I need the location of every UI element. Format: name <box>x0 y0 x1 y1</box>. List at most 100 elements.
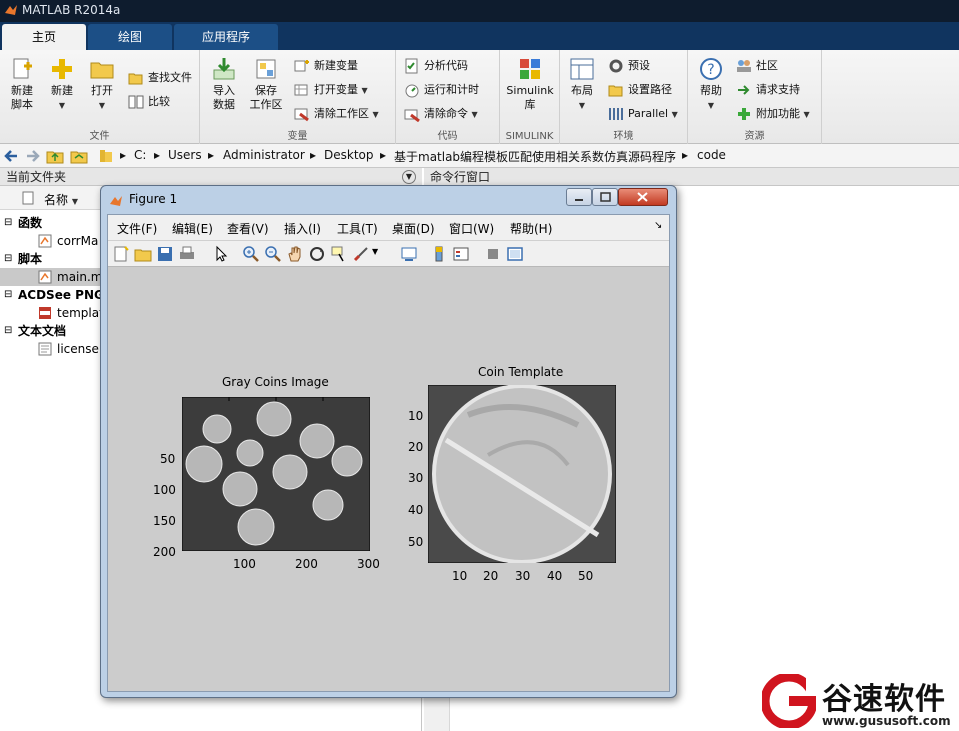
breadcrumb-item[interactable]: code <box>697 148 726 162</box>
new-variable-button[interactable]: 新建变量 <box>294 56 358 76</box>
window-title: MATLAB R2014a <box>22 3 121 17</box>
help-button[interactable]: ? 帮助 ▼ <box>694 56 728 113</box>
open-variable-icon <box>294 84 308 96</box>
tab-apps[interactable]: 应用程序 <box>174 24 278 50</box>
data-cursor-icon[interactable] <box>330 245 348 263</box>
minimize-icon <box>575 199 583 201</box>
ribbon-group-resources: ? 帮助 ▼ 社区 请求支持 附加功能 ▼ 资源 <box>688 50 822 144</box>
link-plot-icon[interactable] <box>400 245 418 263</box>
breadcrumb-item[interactable]: Users <box>168 148 202 162</box>
zoom-in-icon[interactable] <box>242 245 260 263</box>
set-path-button[interactable]: 设置路径 <box>608 80 672 100</box>
legend-icon[interactable] <box>452 245 470 263</box>
rotate-3d-icon[interactable] <box>308 245 326 263</box>
coin-template-axes[interactable] <box>428 385 616 563</box>
script-file-icon <box>38 270 52 284</box>
new-script-button[interactable]: 新建 脚本 <box>4 56 40 112</box>
breadcrumb-item[interactable]: Desktop <box>324 148 374 162</box>
open-file-icon[interactable] <box>134 245 152 263</box>
gray-coins-image-axes[interactable] <box>182 397 370 551</box>
app-title-bar: MATLAB R2014a <box>0 0 959 22</box>
request-support-button[interactable]: 请求支持 <box>736 80 800 100</box>
plot1-ytick: 100 <box>153 483 176 497</box>
tab-plots[interactable]: 绘图 <box>88 24 172 50</box>
save-icon[interactable] <box>156 245 174 263</box>
collapse-icon[interactable]: ⊟ <box>4 214 12 232</box>
community-button[interactable]: 社区 <box>736 56 778 76</box>
browse-folder-icon[interactable] <box>70 147 88 165</box>
name-column-header[interactable]: 名称 ▼ <box>44 191 78 208</box>
ribbon-group-environment: 布局 ▼ 预设 设置路径 Parallel ▼ 环境 <box>560 50 688 144</box>
plus-green-icon <box>738 108 750 120</box>
show-plot-tools-icon[interactable] <box>506 245 524 263</box>
menu-insert[interactable]: 插入(I) <box>284 220 321 237</box>
simulink-library-button[interactable]: Simulink 库 <box>504 56 556 112</box>
brush-icon[interactable] <box>352 245 370 263</box>
menu-desktop[interactable]: 桌面(D) <box>392 220 435 237</box>
gear-icon <box>609 59 623 73</box>
print-icon[interactable] <box>178 245 196 263</box>
zoom-out-icon[interactable] <box>264 245 282 263</box>
analyze-code-button[interactable]: 分析代码 <box>404 56 468 76</box>
find-files-icon <box>128 73 143 85</box>
menu-tools[interactable]: 工具(T) <box>337 220 378 237</box>
open-variable-button[interactable]: 打开变量 ▼ <box>294 80 368 100</box>
run-and-time-button[interactable]: 运行和计时 <box>404 80 479 100</box>
compare-button[interactable]: 比较 <box>128 92 170 112</box>
collapse-icon[interactable]: ⊟ <box>4 250 12 268</box>
parallel-button[interactable]: Parallel ▼ <box>608 104 678 124</box>
new-button[interactable]: 新建 ▼ <box>44 56 80 113</box>
add-ons-button[interactable]: 附加功能 ▼ <box>736 104 810 124</box>
plot2-ytick: 50 <box>408 535 424 549</box>
plot2-ytick: 30 <box>408 471 424 485</box>
back-arrow-icon[interactable] <box>3 147 21 165</box>
folder-icon <box>100 150 112 162</box>
hide-plot-tools-icon[interactable] <box>484 245 502 263</box>
clear-workspace-button[interactable]: 清除工作区 ▼ <box>294 104 379 124</box>
dock-arrow-icon[interactable]: ↘ <box>654 220 662 231</box>
figure-window[interactable]: Figure 1 文件(F) 编辑(E) 查看(V) 插入(I) 工具(T) 桌… <box>100 185 677 698</box>
preferences-button[interactable]: 预设 <box>608 56 650 76</box>
find-files-button[interactable]: 查找文件 <box>128 68 192 88</box>
save-workspace-button[interactable]: 保存 工作区 <box>246 56 286 112</box>
new-figure-icon[interactable] <box>112 245 130 263</box>
collapse-icon[interactable]: ⊟ <box>4 286 12 304</box>
chevron-down-icon: ▼ <box>578 101 586 110</box>
open-button[interactable]: 打开 ▼ <box>84 56 120 113</box>
save-workspace-icon <box>256 59 276 79</box>
panel-menu-icon[interactable]: ▼ <box>402 170 416 184</box>
window-controls <box>566 188 670 206</box>
tab-home[interactable]: 主页 <box>2 24 86 50</box>
breadcrumb-item[interactable]: Administrator <box>223 148 305 162</box>
import-data-button[interactable]: 导入 数据 <box>206 56 242 112</box>
menu-window[interactable]: 窗口(W) <box>449 220 494 237</box>
pan-hand-icon[interactable] <box>286 245 304 263</box>
maximize-button[interactable] <box>592 188 618 206</box>
community-icon <box>737 60 751 72</box>
close-button[interactable] <box>618 188 668 206</box>
parallel-icon <box>609 108 623 120</box>
clear-workspace-icon <box>294 108 309 122</box>
ribbon: 新建脚本 新建▼ 打开▼ 查找文件 比较 文件 导入数据 保存工作区 <box>0 50 959 144</box>
layout-button[interactable]: 布局 ▼ <box>564 56 600 113</box>
menu-edit[interactable]: 编辑(E) <box>172 220 213 237</box>
plot1-xtick: 100 <box>233 557 256 571</box>
forward-arrow-icon[interactable] <box>23 147 41 165</box>
colorbar-icon[interactable] <box>430 245 448 263</box>
up-folder-icon[interactable] <box>46 147 64 165</box>
chevron-down-icon[interactable]: ▼ <box>372 247 378 256</box>
document-icon <box>22 191 34 205</box>
minimize-button[interactable] <box>566 188 592 206</box>
collapse-icon[interactable]: ⊟ <box>4 322 12 340</box>
menu-help[interactable]: 帮助(H) <box>510 220 552 237</box>
pointer-icon[interactable] <box>212 245 230 263</box>
breadcrumb-separator: ▸ <box>120 148 127 162</box>
breadcrumb-item[interactable]: C: <box>134 148 146 162</box>
breadcrumb-item[interactable]: 基于matlab编程模板匹配使用相关系数仿真源码程序 <box>394 148 676 165</box>
plot1-ytick: 150 <box>153 514 176 528</box>
menu-view[interactable]: 查看(V) <box>227 220 269 237</box>
maximize-icon <box>600 192 611 202</box>
clear-commands-button[interactable]: 清除命令 ▼ <box>404 104 478 124</box>
menu-file[interactable]: 文件(F) <box>117 220 157 237</box>
breadcrumb-separator: ▸ <box>310 148 317 162</box>
